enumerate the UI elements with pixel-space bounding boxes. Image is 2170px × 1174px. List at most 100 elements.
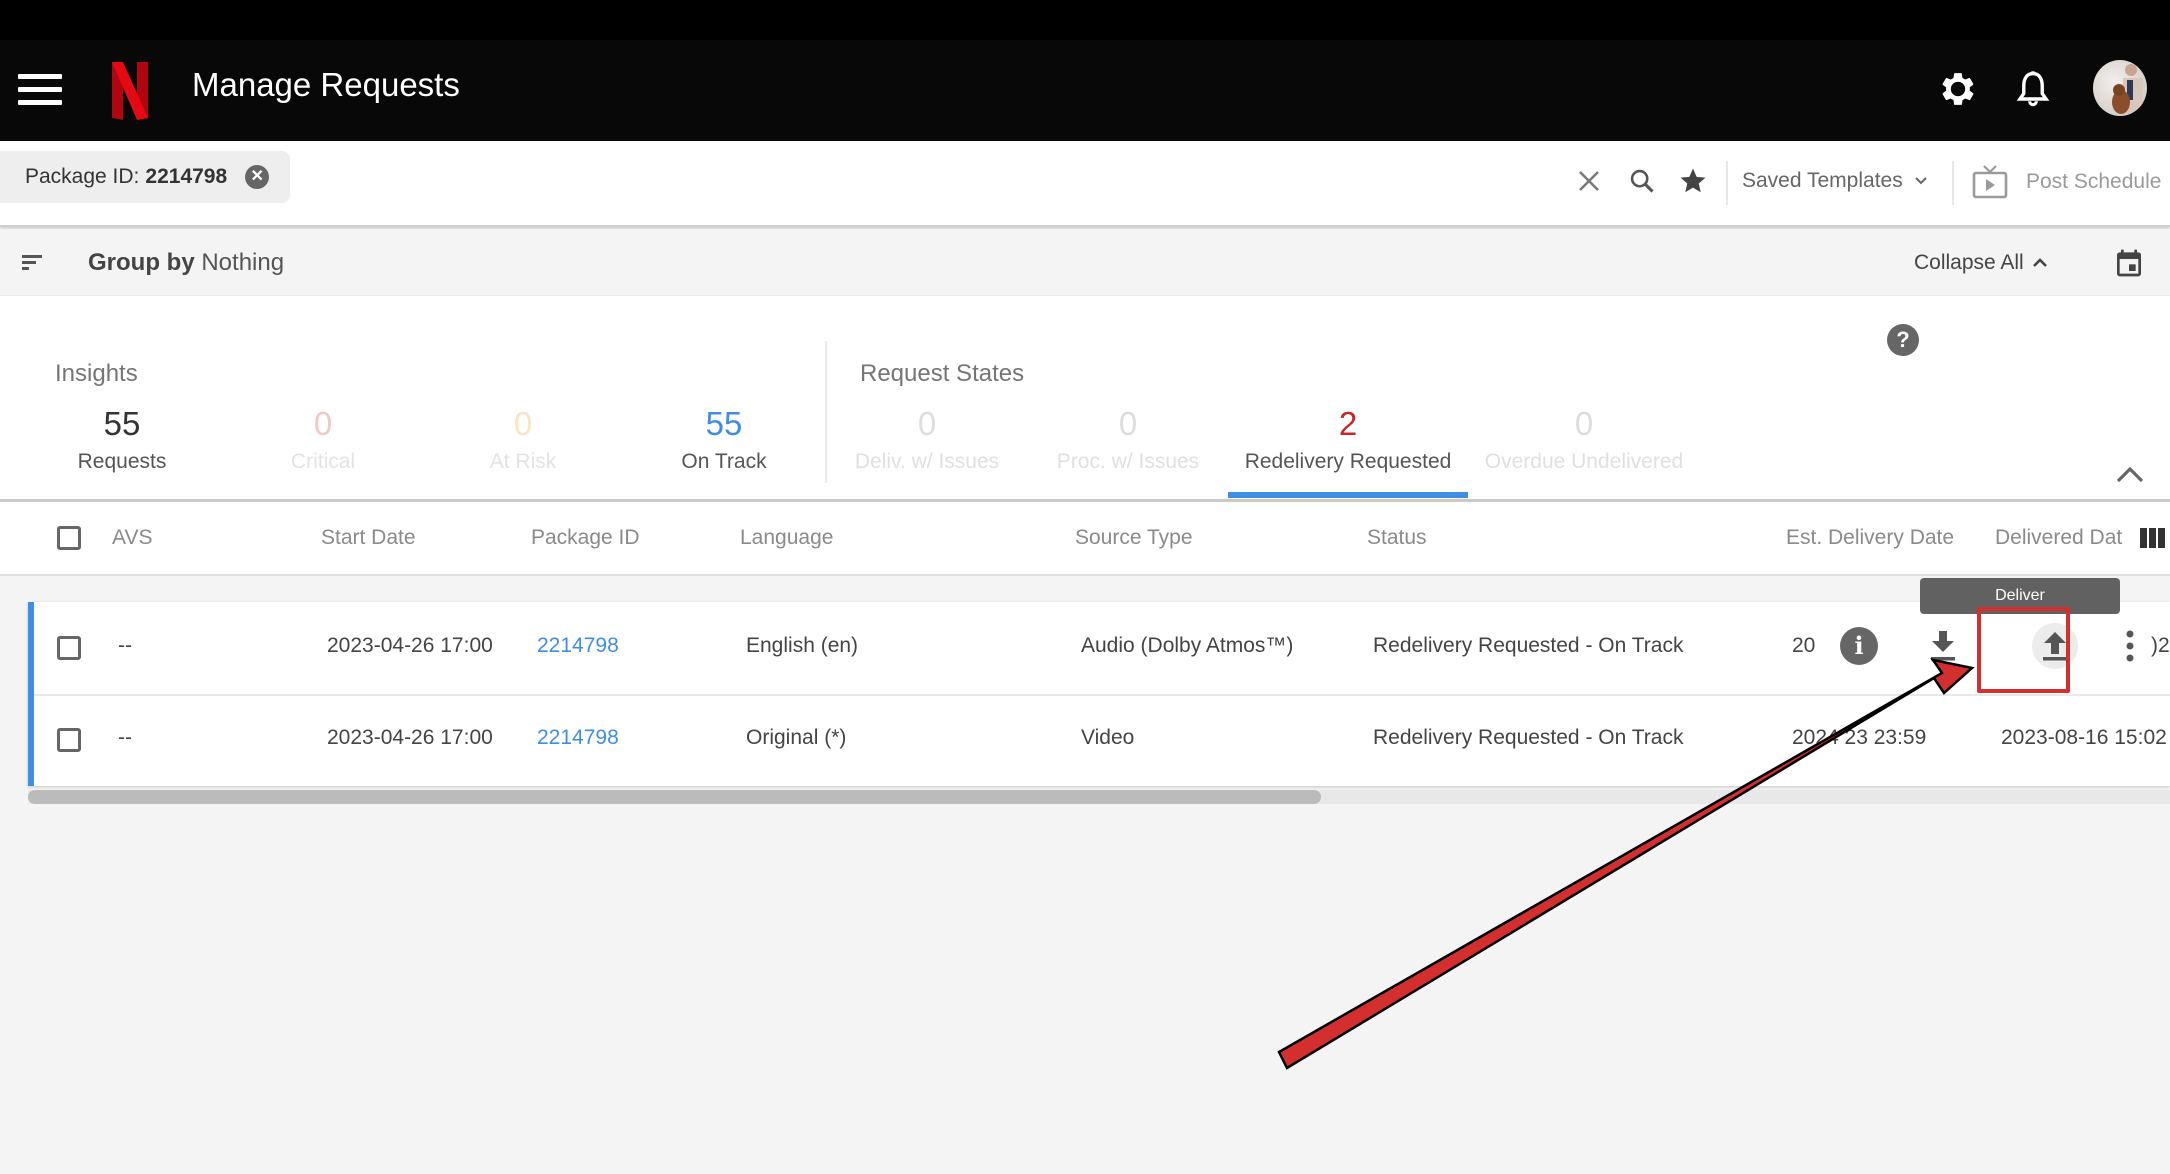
stat-on-track[interactable]: 55 On Track bbox=[624, 406, 824, 474]
cell-delivered-date: )2 bbox=[2151, 634, 2170, 657]
group-by-selector[interactable]: Group by Nothing bbox=[88, 249, 284, 277]
stat-value: 55 bbox=[705, 405, 743, 442]
column-header-est-delivery-date[interactable]: Est. Delivery Date bbox=[1786, 526, 1954, 550]
cell-delivered-date: 2023-08-16 15:02 bbox=[2001, 726, 2167, 749]
page-title: Manage Requests bbox=[192, 66, 460, 103]
cell-status: Redelivery Requested - On Track bbox=[1373, 634, 1684, 657]
more-options-button[interactable] bbox=[2108, 624, 2152, 668]
cell-source-type: Video bbox=[1081, 726, 1135, 749]
cell-source-type: Audio (Dolby Atmos™) bbox=[1081, 634, 1294, 657]
column-header-start-date[interactable]: Start Date bbox=[321, 526, 416, 550]
toolbar-divider bbox=[1952, 161, 1954, 205]
row-checkbox[interactable] bbox=[57, 636, 81, 660]
stat-value: 0 bbox=[513, 405, 533, 442]
stat-value: 0 bbox=[313, 405, 333, 442]
table-header: AVS Start Date Package ID Language Sourc… bbox=[0, 502, 2170, 576]
table-row[interactable]: -- 2023-04-26 17:00 2214798 English (en)… bbox=[34, 602, 2170, 694]
stat-label: Critical bbox=[290, 450, 356, 473]
stat-label: At Risk bbox=[489, 450, 557, 473]
column-header-avs[interactable]: AVS bbox=[112, 526, 152, 550]
column-header-package-id[interactable]: Package ID bbox=[531, 526, 640, 550]
filter-bar: Package ID: 2214798 ✕ Saved Templates Po… bbox=[0, 141, 2170, 227]
row-checkbox[interactable] bbox=[57, 728, 81, 752]
stat-label: On Track bbox=[681, 450, 767, 473]
stat-label: Overdue Undelivered bbox=[1484, 450, 1684, 473]
cell-est-delivery-date: 20 bbox=[1792, 634, 1816, 657]
scrollbar-thumb[interactable] bbox=[28, 790, 1321, 804]
cell-avs: -- bbox=[118, 726, 132, 749]
chevron-down-icon bbox=[1915, 177, 1927, 185]
settings-icon[interactable] bbox=[1933, 64, 1983, 114]
select-all-checkbox[interactable] bbox=[57, 526, 81, 550]
toolbar-divider bbox=[1726, 161, 1728, 205]
user-avatar[interactable] bbox=[2093, 60, 2147, 116]
more-vert-icon bbox=[2126, 630, 2134, 662]
cell-status: Redelivery Requested - On Track bbox=[1373, 726, 1684, 749]
cell-language: English (en) bbox=[746, 634, 859, 657]
remove-filter-icon[interactable]: ✕ bbox=[245, 165, 270, 189]
saved-templates-label: Saved Templates bbox=[1742, 169, 1903, 192]
horizontal-scrollbar[interactable] bbox=[28, 790, 2170, 804]
state-deliv-issues[interactable]: 0 Deliv. w/ Issues bbox=[827, 406, 1027, 474]
star-icon[interactable] bbox=[1673, 161, 1713, 201]
group-by-label: Group by bbox=[88, 249, 195, 276]
help-icon[interactable]: ? bbox=[1887, 324, 1919, 356]
clear-icon[interactable] bbox=[1569, 161, 1609, 201]
chip-value: 2214798 bbox=[145, 165, 228, 188]
search-icon[interactable] bbox=[1622, 161, 1662, 201]
stat-value: 0 bbox=[1118, 405, 1138, 442]
sort-icon[interactable] bbox=[22, 253, 46, 273]
stat-value: 0 bbox=[917, 405, 937, 442]
columns-icon[interactable] bbox=[2140, 528, 2166, 548]
menu-icon[interactable] bbox=[18, 74, 62, 106]
chip-label: Package ID: bbox=[25, 165, 140, 188]
stat-value: 55 bbox=[103, 405, 141, 442]
post-schedule-label: Post Schedule bbox=[2026, 170, 2162, 193]
download-button[interactable] bbox=[1921, 624, 1965, 668]
stat-requests[interactable]: 55 Requests bbox=[22, 406, 222, 474]
netflix-logo-icon bbox=[112, 62, 148, 120]
stat-critical[interactable]: 0 Critical bbox=[223, 406, 423, 474]
filter-chip-package-id[interactable]: Package ID: 2214798 ✕ bbox=[0, 151, 290, 203]
tv-play-icon bbox=[1972, 165, 2008, 199]
insights-panel: Insights 55 Requests 0 Critical 0 At Ris… bbox=[0, 296, 2170, 502]
app-bar: Manage Requests bbox=[0, 40, 2170, 141]
saved-templates-dropdown[interactable]: Saved Templates bbox=[1742, 169, 1927, 193]
column-header-language[interactable]: Language bbox=[740, 526, 833, 550]
download-icon bbox=[1931, 631, 1955, 661]
notifications-icon[interactable] bbox=[2008, 64, 2058, 114]
active-tab-indicator bbox=[1228, 492, 1468, 498]
collapse-all-button[interactable]: Collapse All bbox=[1914, 251, 2048, 275]
annotation-highlight-box bbox=[1977, 607, 2070, 693]
info-icon: i bbox=[1840, 627, 1878, 665]
column-header-status[interactable]: Status bbox=[1367, 526, 1427, 550]
state-redelivery-requested[interactable]: 2 Redelivery Requested bbox=[1228, 406, 1468, 474]
column-header-delivered-date[interactable]: Delivered Dat bbox=[1995, 526, 2125, 550]
stat-label: Deliv. w/ Issues bbox=[854, 450, 1000, 473]
stat-value: 2 bbox=[1338, 405, 1358, 442]
table-body: -- 2023-04-26 17:00 2214798 English (en)… bbox=[28, 602, 2170, 786]
cell-package-id-link[interactable]: 2214798 bbox=[537, 634, 619, 658]
stat-value: 0 bbox=[1574, 405, 1594, 442]
info-button[interactable]: i bbox=[1837, 624, 1881, 668]
insights-title: Insights bbox=[55, 360, 138, 387]
collapse-insights-icon[interactable] bbox=[2114, 461, 2146, 487]
cell-start-date: 2023-04-26 17:00 bbox=[327, 726, 493, 749]
cell-avs: -- bbox=[118, 634, 132, 657]
stat-label: Proc. w/ Issues bbox=[1056, 450, 1200, 473]
stat-label: Redelivery Requested bbox=[1244, 450, 1452, 473]
stat-at-risk[interactable]: 0 At Risk bbox=[423, 406, 623, 474]
chevron-up-icon bbox=[2032, 258, 2047, 267]
collapse-all-label: Collapse All bbox=[1914, 251, 2024, 274]
state-proc-issues[interactable]: 0 Proc. w/ Issues bbox=[1028, 406, 1228, 474]
status-strip bbox=[0, 0, 2170, 40]
cell-package-id-link[interactable]: 2214798 bbox=[537, 726, 619, 750]
column-header-source-type[interactable]: Source Type bbox=[1075, 526, 1193, 550]
calendar-icon[interactable] bbox=[2113, 247, 2145, 279]
post-schedule-button[interactable]: Post Schedule bbox=[1972, 159, 2161, 205]
cell-est-delivery-date: 2024 23 23:59 bbox=[1792, 726, 1927, 749]
state-overdue-undelivered[interactable]: 0 Overdue Undelivered bbox=[1469, 406, 1699, 474]
stat-label: Requests bbox=[77, 450, 167, 473]
table-row[interactable]: -- 2023-04-26 17:00 2214798 Original (*)… bbox=[34, 694, 2170, 786]
cell-language: Original (*) bbox=[746, 726, 847, 749]
